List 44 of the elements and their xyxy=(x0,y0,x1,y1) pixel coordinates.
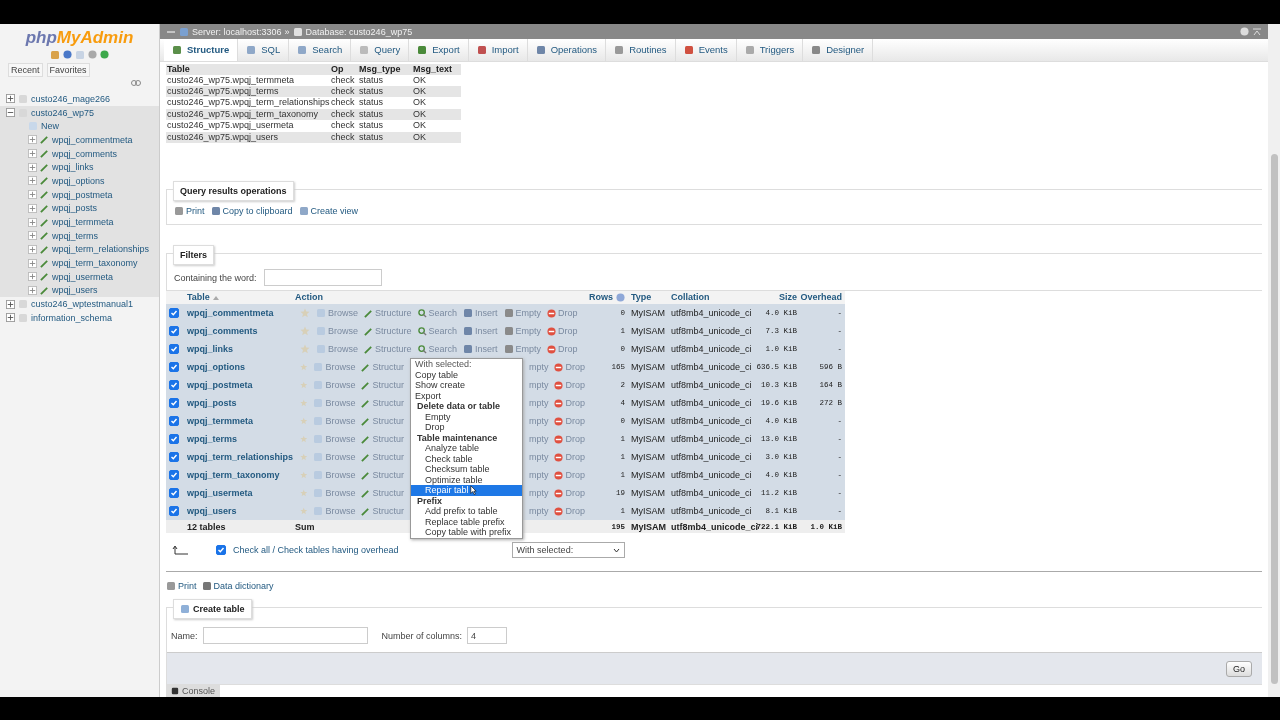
menu-group-label: Table maintenance xyxy=(415,432,499,443)
table-cell-text: MyISAM xyxy=(630,379,666,392)
table-cell-text: utf8mb4_unicode_ci xyxy=(670,379,753,392)
table-footer-cell-text: Sum xyxy=(294,520,316,533)
table-cell-text: MyISAM xyxy=(630,397,666,410)
columns-label: Number of columns: xyxy=(381,630,463,641)
table-footer-cell-text: 12 tables xyxy=(186,520,227,533)
panel-legend: Filters xyxy=(173,245,214,265)
column-header: Msg_type xyxy=(358,63,412,75)
table-cell-text: utf8mb4_unicode_ci xyxy=(670,397,753,410)
table-cell-text: utf8mb4_unicode_ci xyxy=(670,415,753,428)
breadcrumb-separator: » xyxy=(284,26,290,37)
table-cell: check xyxy=(330,74,358,86)
table-cell-text: utf8mb4_unicode_ci xyxy=(670,487,753,500)
table-cell-text: MyISAM xyxy=(630,325,666,338)
table-cell-text: MyISAM xyxy=(630,343,666,356)
column-header: Msg_text xyxy=(412,63,461,75)
table-cell-text: utf8mb4_unicode_ci xyxy=(670,343,753,356)
table-cell-text: utf8mb4_unicode_ci xyxy=(670,307,753,320)
table-cell: custo246_wp75.wpqj_term_relationships xyxy=(166,97,330,109)
table-cell-text: MyISAM xyxy=(630,415,666,428)
table-cell-text: MyISAM xyxy=(630,307,666,320)
column-header: Action xyxy=(294,291,324,304)
column-header: Op xyxy=(330,63,358,75)
table-cell-text: MyISAM xyxy=(630,487,666,500)
table-cell-text: utf8mb4_unicode_ci xyxy=(670,451,753,464)
table-cell-text: utf8mb4_unicode_ci xyxy=(670,433,753,446)
filter-label: Containing the word: xyxy=(174,272,257,283)
panel-legend: Query results operations xyxy=(173,181,294,201)
table-cell-text: MyISAM xyxy=(630,469,666,482)
table-cell-text: utf8mb4_unicode_ci xyxy=(670,361,753,374)
table-cell-text: MyISAM xyxy=(630,433,666,446)
table-footer-cell-text: MyISAM xyxy=(630,520,667,533)
table-cell-text: utf8mb4_unicode_ci xyxy=(670,325,753,338)
table-cell-text: MyISAM xyxy=(630,361,666,374)
table-cell-text: MyISAM xyxy=(630,451,666,464)
table-cell-text: utf8mb4_unicode_ci xyxy=(670,505,753,518)
table-cell-text: MyISAM xyxy=(630,505,666,518)
name-label: Name: xyxy=(171,630,198,641)
table-cell-text: utf8mb4_unicode_ci xyxy=(670,469,753,482)
panel-legend: Create table xyxy=(173,599,252,619)
column-header: Table xyxy=(166,63,330,75)
menu-group-label: Delete data or table xyxy=(415,401,501,412)
menu-caption: With selected: xyxy=(413,359,473,370)
